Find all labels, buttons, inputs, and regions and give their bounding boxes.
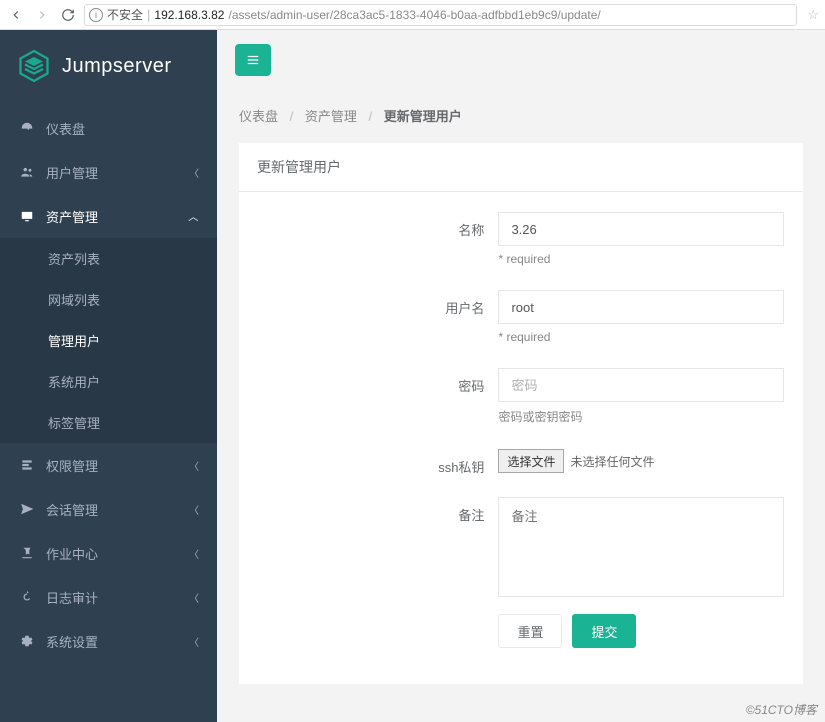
sidebar-item-label: 资产管理 xyxy=(46,207,98,226)
info-icon: i xyxy=(89,8,103,22)
username-hint: * required xyxy=(498,330,803,344)
sidebar-item-perms[interactable]: 权限管理 〈 xyxy=(0,443,217,487)
jobs-icon xyxy=(18,546,36,560)
chevron-left-icon: 〈 xyxy=(189,590,199,605)
sidebar-subitem-tag-mgmt[interactable]: 标签管理 xyxy=(0,402,217,443)
name-input[interactable] xyxy=(498,212,784,246)
url-input[interactable]: i 不安全 | 192.168.3.82/assets/admin-user/2… xyxy=(84,4,797,26)
sidebar-item-audit[interactable]: 日志审计 〈 xyxy=(0,575,217,619)
form-panel: 更新管理用户 名称 * required 用户名 * required xyxy=(239,143,803,684)
sessions-icon xyxy=(18,502,36,516)
brand-logo-icon xyxy=(16,48,52,84)
password-hint: 密码或密钥密码 xyxy=(498,408,803,425)
file-status: 未选择任何文件 xyxy=(570,453,654,470)
sidebar-item-label: 权限管理 xyxy=(46,456,98,475)
note-label: 备注 xyxy=(239,497,498,532)
sidebar-item-dashboard[interactable]: 仪表盘 xyxy=(0,106,217,150)
sidebar-item-label: 会话管理 xyxy=(46,500,98,519)
breadcrumb: 仪表盘 / 资产管理 / 更新管理用户 xyxy=(217,90,825,143)
note-textarea[interactable] xyxy=(498,497,784,597)
url-path: /assets/admin-user/28ca3ac5-1833-4046-b0… xyxy=(228,8,600,22)
reload-icon[interactable] xyxy=(58,5,78,25)
brand-text: Jumpserver xyxy=(62,55,171,78)
browser-address-bar: i 不安全 | 192.168.3.82/assets/admin-user/2… xyxy=(0,0,825,30)
users-icon xyxy=(18,165,36,179)
chevron-left-icon: 〈 xyxy=(189,458,199,473)
sidebar-item-label: 日志审计 xyxy=(46,588,98,607)
sidebar-subitem-admin-user[interactable]: 管理用户 xyxy=(0,320,217,361)
sidebar-item-users[interactable]: 用户管理 〈 xyxy=(0,150,217,194)
breadcrumb-item[interactable]: 资产管理 xyxy=(305,109,357,124)
sidebar-sublist-assets: 资产列表 网域列表 管理用户 系统用户 标签管理 xyxy=(0,238,217,443)
back-icon[interactable] xyxy=(6,5,26,25)
sidebar-item-jobs[interactable]: 作业中心 〈 xyxy=(0,531,217,575)
sidebar-item-sessions[interactable]: 会话管理 〈 xyxy=(0,487,217,531)
sidebar-subitem-domain-list[interactable]: 网域列表 xyxy=(0,279,217,320)
url-host: 192.168.3.82 xyxy=(154,8,224,22)
chevron-left-icon: 〈 xyxy=(189,502,199,517)
topbar xyxy=(217,30,825,90)
forward-icon xyxy=(32,5,52,25)
sidebar-item-label: 系统设置 xyxy=(46,632,98,651)
insecure-label: 不安全 xyxy=(107,6,143,23)
password-input[interactable] xyxy=(498,368,784,402)
name-label: 名称 xyxy=(239,212,498,247)
sidebar-subitem-asset-list[interactable]: 资产列表 xyxy=(0,238,217,279)
settings-icon xyxy=(18,634,36,648)
sidebar-item-assets[interactable]: 资产管理 〈 xyxy=(0,194,217,238)
audit-icon xyxy=(18,590,36,604)
chevron-left-icon: 〈 xyxy=(189,165,199,180)
sidebar-item-label: 作业中心 xyxy=(46,544,98,563)
breadcrumb-item[interactable]: 仪表盘 xyxy=(239,109,278,124)
password-label: 密码 xyxy=(239,368,498,403)
username-label: 用户名 xyxy=(239,290,498,325)
file-select-button[interactable]: 选择文件 xyxy=(498,449,564,473)
dashboard-icon xyxy=(18,121,36,135)
bookmark-icon[interactable]: ☆ xyxy=(807,7,819,23)
brand[interactable]: Jumpserver xyxy=(0,30,217,106)
sidebar-item-label: 用户管理 xyxy=(46,163,98,182)
breadcrumb-current: 更新管理用户 xyxy=(384,109,462,124)
chevron-down-icon: 〈 xyxy=(187,211,202,221)
name-hint: * required xyxy=(498,252,803,266)
sidebar-toggle-button[interactable] xyxy=(235,44,271,76)
perms-icon xyxy=(18,458,36,472)
sidebar-item-settings[interactable]: 系统设置 〈 xyxy=(0,619,217,663)
username-input[interactable] xyxy=(498,290,784,324)
submit-button[interactable]: 提交 xyxy=(572,614,636,648)
chevron-left-icon: 〈 xyxy=(189,634,199,649)
menu-icon xyxy=(245,53,261,67)
chevron-left-icon: 〈 xyxy=(189,546,199,561)
sidebar-subitem-system-user[interactable]: 系统用户 xyxy=(0,361,217,402)
assets-icon xyxy=(18,209,36,223)
sshkey-label: ssh私钥 xyxy=(239,449,498,484)
sidebar-item-label: 仪表盘 xyxy=(46,119,85,138)
main-content: 仪表盘 / 资产管理 / 更新管理用户 更新管理用户 名称 * required… xyxy=(217,30,825,722)
panel-title: 更新管理用户 xyxy=(239,143,803,192)
reset-button[interactable]: 重置 xyxy=(498,614,562,648)
sidebar: Jumpserver 仪表盘 用户管理 〈 资产管理 〈 资产列表 网域列表 管… xyxy=(0,30,217,722)
